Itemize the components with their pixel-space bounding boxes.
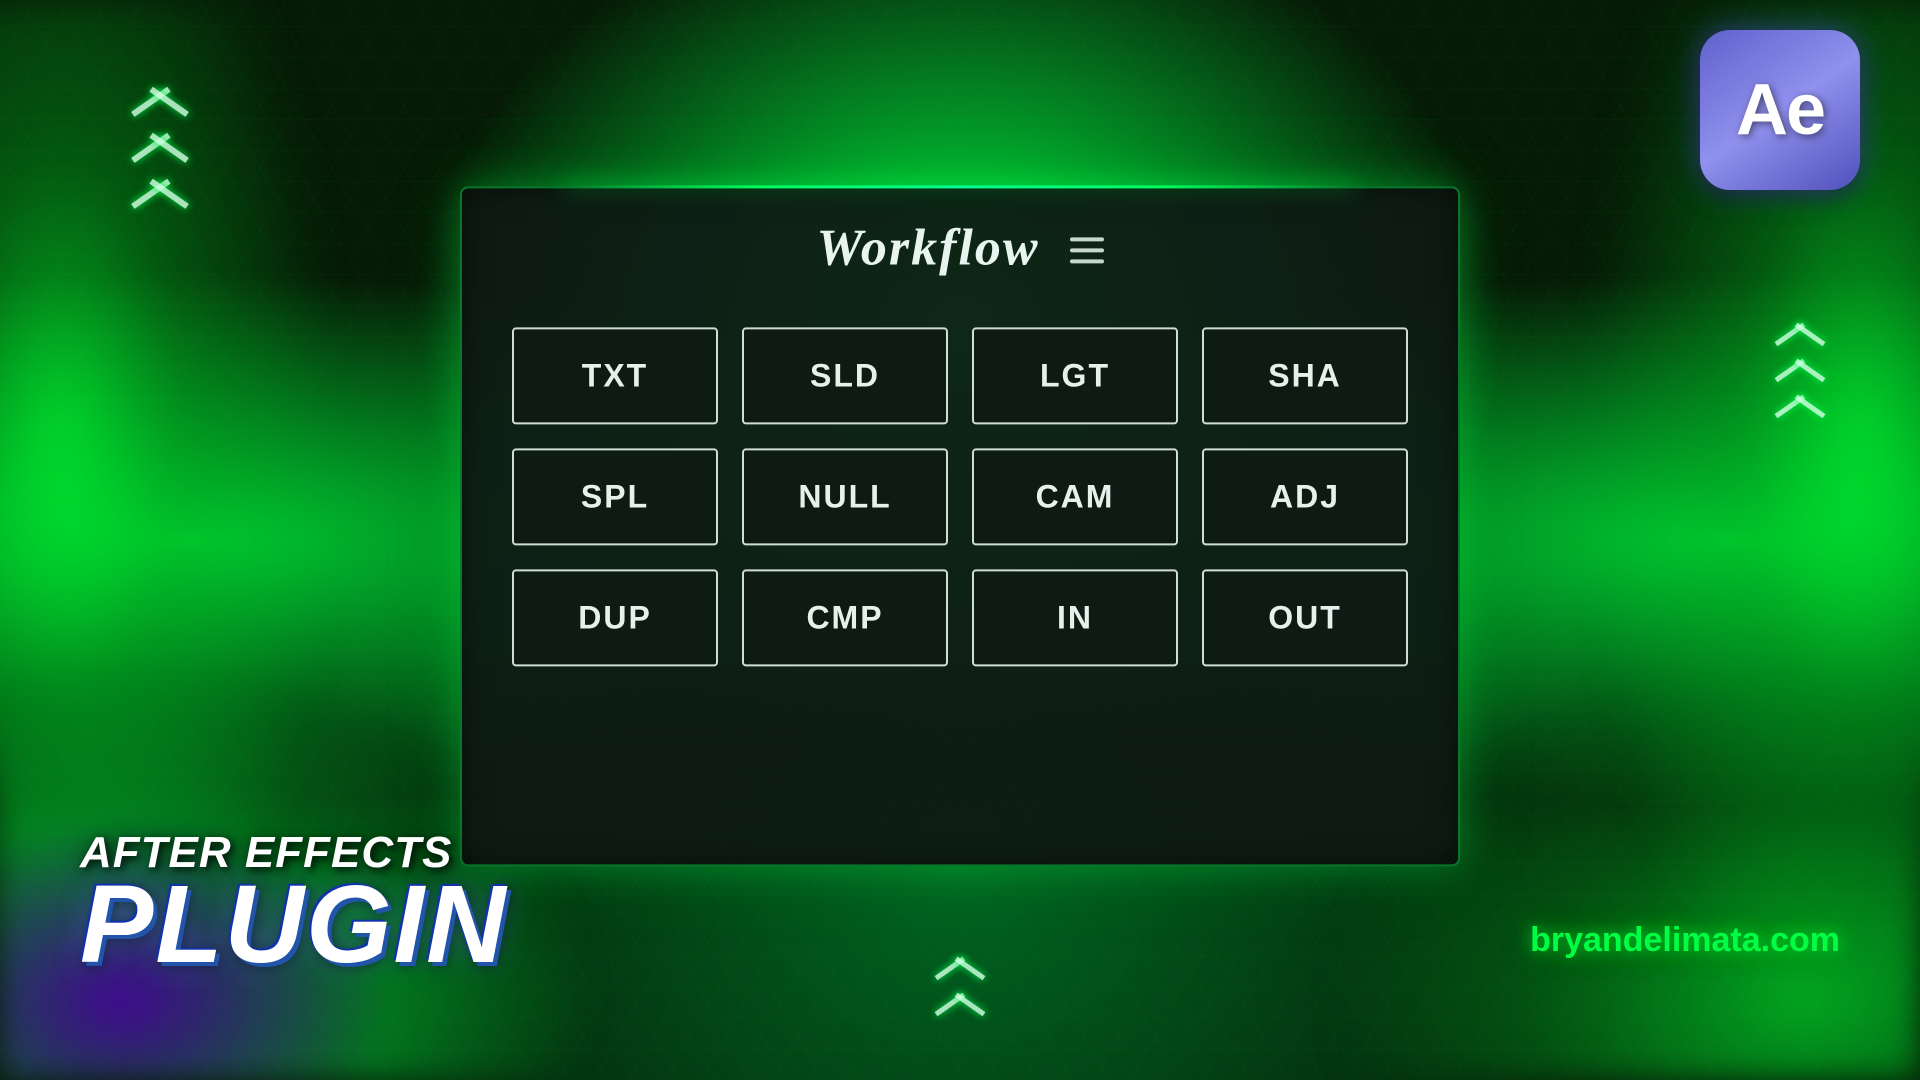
btn-in[interactable]: IN: [972, 569, 1178, 666]
btn-dup[interactable]: DUP: [512, 569, 718, 666]
chevron-right-3: [1770, 372, 1830, 402]
btn-adj[interactable]: ADJ: [1202, 448, 1408, 545]
chevron-up-3: [120, 152, 200, 192]
chevron-right-1: [1770, 300, 1830, 330]
button-grid: TXT SLD LGT SHA SPL NULL CAM ADJ DUP CMP…: [512, 327, 1408, 666]
btn-cam[interactable]: CAM: [972, 448, 1178, 545]
btn-out[interactable]: OUT: [1202, 569, 1408, 666]
menu-line-2: [1070, 248, 1104, 252]
btn-cmp[interactable]: CMP: [742, 569, 948, 666]
arrows-bottom: [930, 934, 990, 1000]
btn-lgt[interactable]: LGT: [972, 327, 1178, 424]
panel-title: Workflow: [816, 218, 1039, 277]
btn-txt[interactable]: TXT: [512, 327, 718, 424]
chevron-bottom-2: [930, 970, 990, 1000]
ae-logo-text: Ae: [1736, 69, 1824, 151]
btn-sha[interactable]: SHA: [1202, 327, 1408, 424]
chevron-right-2: [1770, 336, 1830, 366]
btn-null[interactable]: NULL: [742, 448, 948, 545]
menu-icon[interactable]: [1070, 237, 1104, 263]
plugin-label: PLUGIN: [80, 870, 508, 980]
btn-sld[interactable]: SLD: [742, 327, 948, 424]
website-text: bryandelimata.com: [1530, 921, 1840, 960]
arrows-left: [120, 60, 200, 192]
main-panel: Workflow TXT SLD LGT SHA SPL NULL CAM AD…: [460, 186, 1460, 866]
chevron-up-1: [120, 60, 200, 100]
chevron-bottom-1: [930, 934, 990, 964]
menu-line-3: [1070, 259, 1104, 263]
btn-spl[interactable]: SPL: [512, 448, 718, 545]
bottom-left-text-block: AFTER EFFECTS PLUGIN: [80, 831, 508, 980]
chevron-up-2: [120, 106, 200, 146]
ae-logo: Ae: [1700, 30, 1860, 190]
menu-line-1: [1070, 237, 1104, 241]
arrows-right: [1770, 300, 1830, 402]
panel-header: Workflow: [816, 218, 1103, 277]
